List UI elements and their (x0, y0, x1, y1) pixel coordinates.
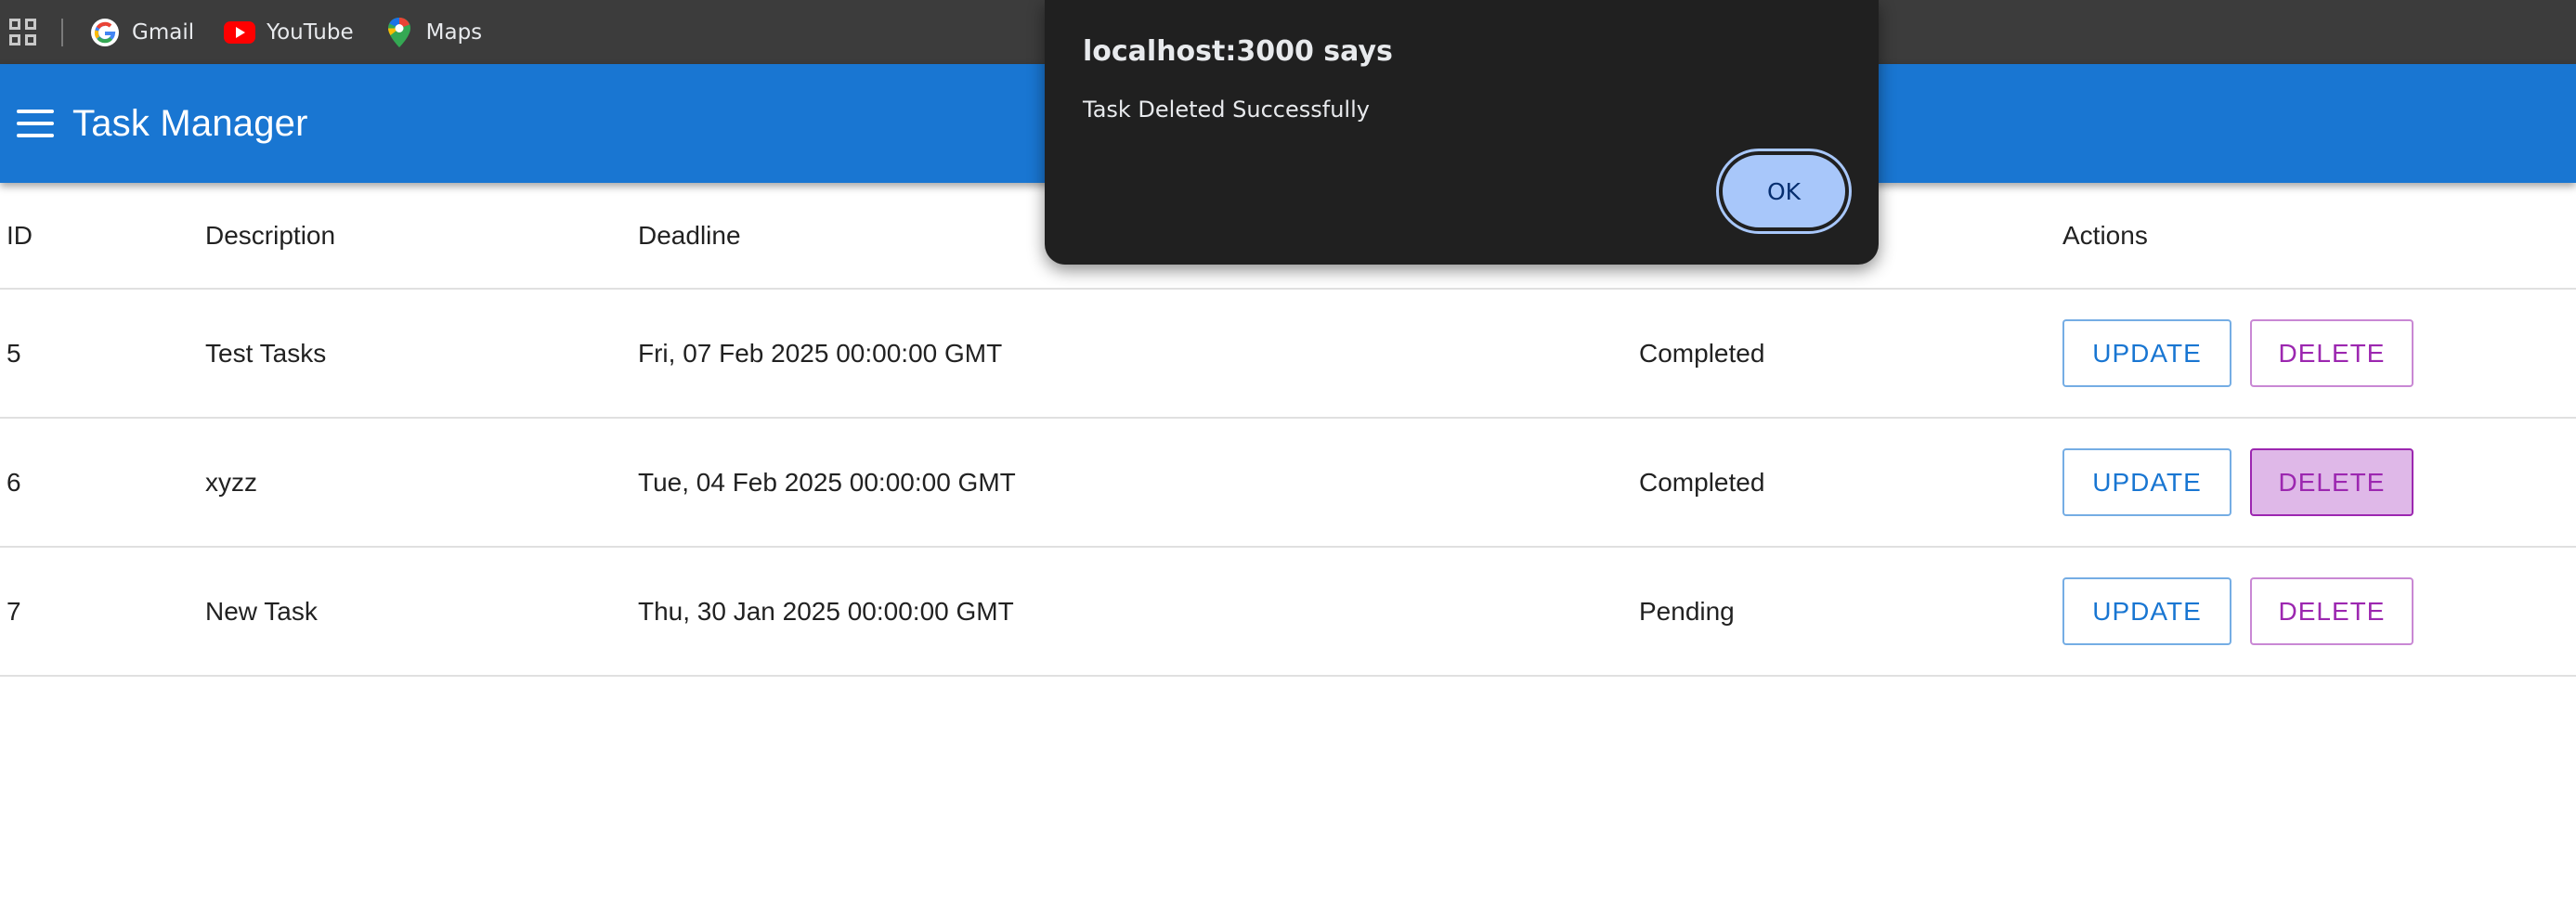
bookmark-label: YouTube (267, 19, 354, 45)
cell-status: Completed (1639, 289, 2062, 419)
table-row: 5 Test Tasks Fri, 07 Feb 2025 00:00:00 G… (0, 289, 2576, 419)
ok-button[interactable]: OK (1716, 149, 1852, 234)
cell-id: 6 (0, 418, 205, 548)
bookmark-label: Maps (425, 19, 483, 45)
cell-id: 7 (0, 547, 205, 677)
bookmark-youtube[interactable]: YouTube (224, 17, 354, 48)
bookmark-label: Gmail (132, 19, 195, 45)
alert-message: Task Deleted Successfully (1083, 97, 1370, 123)
table-row: 7 New Task Thu, 30 Jan 2025 00:00:00 GMT… (0, 547, 2576, 677)
update-button[interactable]: UPDATE (2062, 448, 2231, 516)
alert-dialog: localhost:3000 says Task Deleted Success… (1045, 0, 1879, 265)
cell-deadline: Thu, 30 Jan 2025 00:00:00 GMT (638, 547, 1639, 677)
header-description: Description (205, 183, 638, 290)
table-row: 6 xyzz Tue, 04 Feb 2025 00:00:00 GMT Com… (0, 418, 2576, 548)
bookmark-gmail[interactable]: Gmail (89, 17, 194, 48)
bookmark-maps[interactable]: Maps (384, 17, 483, 48)
update-button[interactable]: UPDATE (2062, 319, 2231, 387)
cell-actions: UPDATE DELETE (2062, 418, 2576, 548)
header-id: ID (0, 183, 205, 290)
cell-deadline: Fri, 07 Feb 2025 00:00:00 GMT (638, 289, 1639, 419)
maps-icon (384, 17, 415, 48)
update-button[interactable]: UPDATE (2062, 577, 2231, 645)
youtube-icon (224, 17, 256, 48)
cell-status: Completed (1639, 418, 2062, 548)
cell-description: xyzz (205, 418, 638, 548)
google-icon (89, 17, 121, 48)
cell-actions: UPDATE DELETE (2062, 547, 2576, 677)
alert-title: localhost:3000 says (1083, 35, 1393, 68)
delete-button[interactable]: DELETE (2250, 448, 2413, 516)
cell-actions: UPDATE DELETE (2062, 289, 2576, 419)
apps-grid-icon[interactable] (9, 18, 37, 46)
menu-icon[interactable] (17, 110, 54, 137)
delete-button[interactable]: DELETE (2250, 577, 2413, 645)
cell-description: New Task (205, 547, 638, 677)
cell-description: Test Tasks (205, 289, 638, 419)
cell-deadline: Tue, 04 Feb 2025 00:00:00 GMT (638, 418, 1639, 548)
header-actions: Actions (2062, 183, 2576, 290)
delete-button[interactable]: DELETE (2250, 319, 2413, 387)
cell-status: Pending (1639, 547, 2062, 677)
app-title: Task Manager (72, 102, 308, 144)
bookmarks-separator (61, 18, 63, 46)
cell-id: 5 (0, 289, 205, 419)
